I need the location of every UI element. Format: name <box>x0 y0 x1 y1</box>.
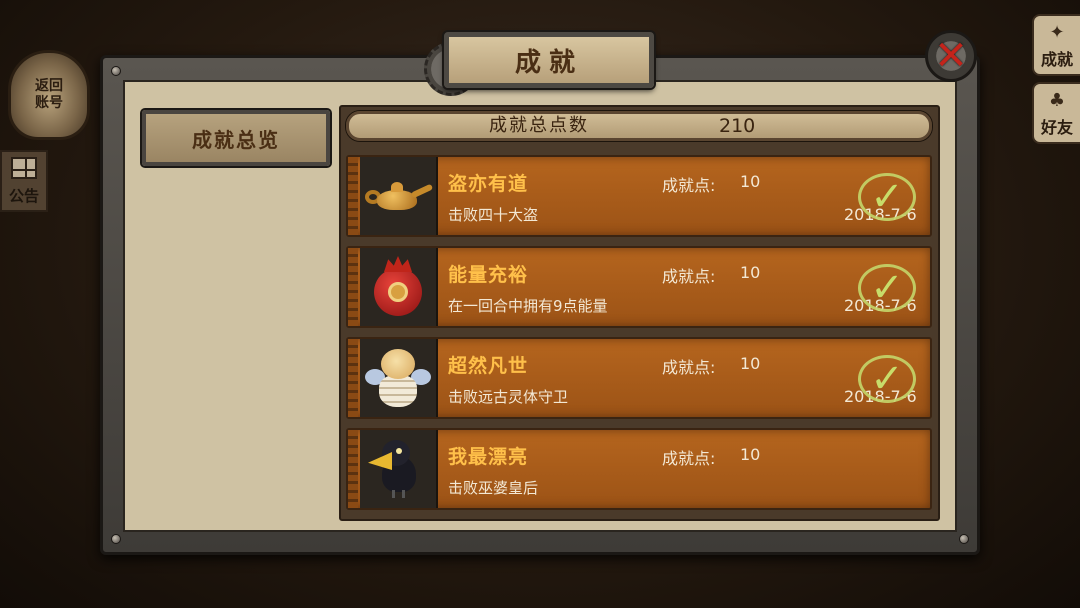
achievement-points-value: 10 <box>740 354 761 373</box>
torn-edge <box>348 339 358 417</box>
achievement-points-label: 成就点: <box>662 358 716 377</box>
side-tab-achievement-label: 成就 <box>1040 50 1073 69</box>
nav-achievement-overview[interactable]: 成就总览 <box>142 110 330 166</box>
magic-lamp-icon <box>360 157 438 235</box>
total-points-value: 210 <box>719 115 756 137</box>
return-account-label: 返回账号 <box>35 78 63 111</box>
nav-achievement-overview-label: 成就总览 <box>192 127 280 152</box>
rivet <box>111 66 121 76</box>
achievement-points-value: 10 <box>740 263 761 282</box>
dialog-title-plate: 成就 <box>444 32 654 88</box>
torn-edge <box>348 430 358 508</box>
close-button[interactable]: ✕ <box>925 30 977 82</box>
friends-icon: ♣ <box>1048 90 1066 111</box>
dialog-title: 成就 <box>514 47 583 78</box>
achievement-row[interactable]: 超然凡世 击败远古灵体守卫 成就点: 10 2018-7-6 ✓ <box>346 337 932 419</box>
notice-label: 公告 <box>8 187 39 205</box>
torn-edge <box>348 157 358 235</box>
achievement-points-label: 成就点: <box>662 449 716 468</box>
achievement-desc: 击败巫婆皇后 <box>448 479 539 497</box>
torn-edge <box>348 248 358 326</box>
rivet <box>959 534 969 544</box>
achievement-row[interactable]: 能量充裕 在一回合中拥有9点能量 成就点: 10 2018-7-6 ✓ <box>346 246 932 328</box>
side-tab-friends[interactable]: ♣ 好友 <box>1032 82 1080 144</box>
completed-check-icon: ✓ <box>858 173 916 221</box>
completed-check-icon: ✓ <box>858 264 916 312</box>
achievement-points-label: 成就点: <box>662 267 716 286</box>
notice-board-icon <box>11 157 37 179</box>
achievement-name: 能量充裕 <box>448 264 529 286</box>
side-tab-friends-label: 好友 <box>1040 118 1073 137</box>
total-points-bar: 成就总点数 210 <box>346 111 932 141</box>
completed-check-icon: ✓ <box>858 355 916 403</box>
achievement-name: 盗亦有道 <box>448 173 529 195</box>
achievement-points-value: 10 <box>740 172 761 191</box>
achievement-points-label: 成就点: <box>662 176 716 195</box>
energy-heart-icon <box>360 248 438 326</box>
achievement-name: 超然凡世 <box>448 355 529 377</box>
notice-button[interactable]: 公告 <box>0 150 48 212</box>
side-tab-achievement[interactable]: ✦ 成就 <box>1032 14 1080 76</box>
rivet <box>111 534 121 544</box>
crow-icon <box>360 430 438 508</box>
achievement-name: 我最漂亮 <box>448 446 529 468</box>
achievement-desc: 在一回合中拥有9点能量 <box>448 297 608 315</box>
winged-doll-icon <box>360 339 438 417</box>
achievement-icon: ✦ <box>1049 22 1065 43</box>
return-account-button[interactable]: 返回账号 <box>8 50 90 140</box>
achievement-points-value: 10 <box>740 445 761 464</box>
close-x-icon: ✕ <box>934 33 968 79</box>
total-points-label: 成就总点数 <box>489 115 589 136</box>
achievement-desc: 击败远古灵体守卫 <box>448 388 569 406</box>
achievement-desc: 击败四十大盗 <box>448 206 539 224</box>
achievement-row[interactable]: 盗亦有道 击败四十大盗 成就点: 10 2018-7-6 ✓ <box>346 155 932 237</box>
achievement-row[interactable]: 我最漂亮 击败巫婆皇后 成就点: 10 <box>346 428 932 510</box>
